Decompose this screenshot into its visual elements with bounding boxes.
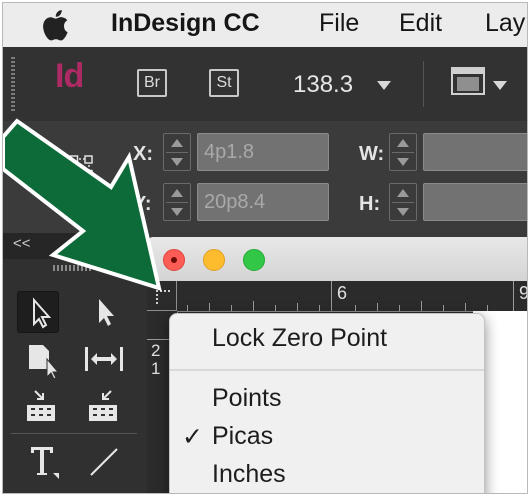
ruler-major-tick-9 (513, 281, 514, 311)
tools-panel: << (3, 233, 148, 493)
menu-item-lock-zero-point[interactable]: Lock Zero Point (212, 324, 387, 353)
h-field[interactable] (423, 183, 527, 221)
menu-item-inches[interactable]: Inches (212, 460, 286, 489)
y-stepper[interactable] (163, 183, 191, 221)
menu-item-picas[interactable]: Picas (212, 422, 273, 451)
tools-panel-header: << (3, 233, 147, 259)
y-field[interactable]: 20p8.4 (197, 183, 329, 221)
reference-point-icon[interactable] (55, 155, 93, 193)
ruler-zero-point[interactable] (147, 281, 177, 311)
control-panel: X: 4p1.8 Y: 20p8.4 W: H: (3, 121, 527, 233)
content-collector-icon[interactable] (23, 387, 65, 429)
close-window-button[interactable] (163, 249, 185, 271)
apple-icon[interactable] (43, 9, 73, 41)
ruler-major-tick-6 (331, 281, 332, 311)
minimize-window-button[interactable] (203, 249, 225, 271)
document-title-bar[interactable] (147, 237, 527, 282)
mac-menu-bar: InDesign CC File Edit Lay (3, 3, 527, 48)
ruler-label-6: 6 (337, 283, 348, 303)
edit-menu[interactable]: Edit (399, 9, 442, 38)
line-tool-icon[interactable] (83, 441, 125, 483)
indesign-logo: Id (55, 57, 84, 95)
direct-selection-tool-icon[interactable] (85, 291, 127, 333)
h-stepper[interactable] (389, 183, 417, 221)
x-field[interactable]: 4p1.8 (197, 133, 329, 171)
appbar-grip[interactable] (11, 57, 15, 111)
zoom-dropdown-icon[interactable] (377, 81, 391, 90)
appbar-divider (423, 61, 424, 107)
stock-button[interactable]: St (209, 69, 239, 97)
checkmark-icon: ✓ (182, 423, 203, 451)
view-dropdown-icon[interactable] (493, 81, 507, 90)
view-options-icon[interactable] (451, 65, 487, 99)
tools-grip[interactable] (53, 265, 93, 271)
ruler-label-9: 9 (519, 283, 527, 304)
w-field[interactable] (423, 133, 527, 171)
app-name-menu[interactable]: InDesign CC (111, 9, 260, 38)
w-stepper[interactable] (389, 133, 417, 171)
selection-tool-icon[interactable] (17, 291, 59, 333)
x-label: X: (133, 143, 153, 165)
h-label: H: (359, 193, 381, 215)
horizontal-ruler[interactable]: 6 9 (177, 281, 527, 312)
x-stepper[interactable] (163, 133, 191, 171)
menu-separator (170, 369, 484, 371)
file-menu[interactable]: File (319, 9, 359, 38)
application-bar: Id Br St 138.3 (3, 47, 527, 122)
layout-menu[interactable]: Lay (485, 9, 525, 38)
type-tool-icon[interactable] (23, 441, 65, 483)
content-placer-icon[interactable] (85, 387, 127, 429)
gap-tool-icon[interactable] (83, 339, 125, 381)
bridge-button[interactable]: Br (137, 69, 167, 97)
collapse-panel-button[interactable]: << (13, 235, 31, 252)
page-tool-icon[interactable] (23, 339, 65, 381)
menu-item-points[interactable]: Points (212, 384, 281, 413)
vruler-label-1: 1 (151, 359, 161, 378)
zoom-level[interactable]: 138.3 (293, 71, 353, 99)
vruler-label-2: 2 (151, 341, 161, 360)
y-label: Y: (133, 193, 152, 215)
w-label: W: (359, 143, 385, 165)
app-window: InDesign CC File Edit Lay Id Br St 138.3 (2, 2, 528, 494)
ruler-context-menu: Lock Zero Point Points ✓ Picas Inches (169, 313, 485, 493)
zoom-window-button[interactable] (243, 249, 265, 271)
tools-divider (11, 433, 137, 434)
